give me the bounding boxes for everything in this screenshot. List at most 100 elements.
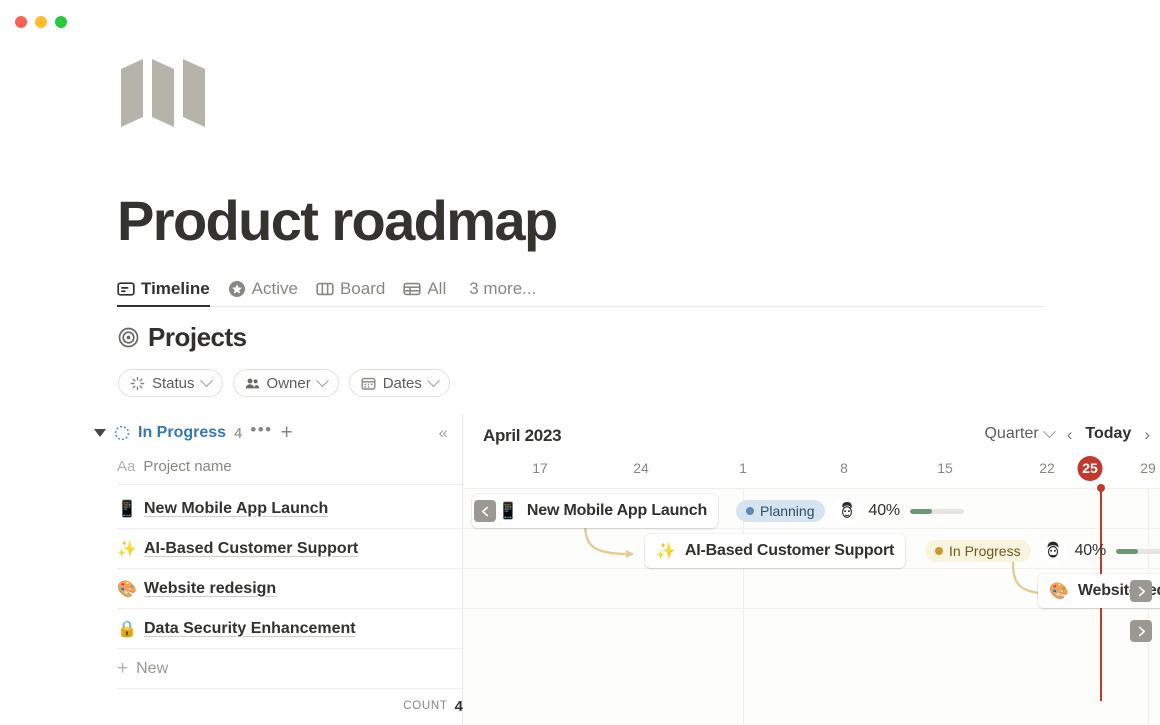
tab-timeline[interactable]: Timeline [117,271,219,306]
text-property-icon: Aa [117,458,135,475]
status-badge[interactable]: In Progress [925,540,1031,562]
sidebar-count-footer[interactable]: COUNT 4 [117,689,463,723]
tabs-more-button[interactable]: 3 more... [455,279,536,299]
group-options-button[interactable]: ••• [250,425,272,441]
column-header-project-name[interactable]: Aa Project name [117,449,463,485]
add-new-row-button[interactable]: + New [117,649,463,689]
grid-row-line [464,568,1160,569]
today-marker-dot [1097,484,1105,492]
timeline-month-label: April 2023 [483,426,561,446]
timeline-bar[interactable]: ✨ AI-Based Customer Support [645,534,905,568]
timeline-view: In Progress 4 ••• + « Aa Project name 📱 … [0,415,1160,725]
calendar-icon [361,376,376,391]
grid-row-line [464,528,1160,529]
group-count: 4 [234,425,242,442]
plus-icon: + [117,661,128,677]
timeline-zoom-label: Quarter [984,425,1038,443]
timeline-sidebar: In Progress 4 ••• + « Aa Project name 📱 … [0,415,463,725]
timeline-prev-button[interactable]: ‹ [1066,426,1074,443]
date-tick[interactable]: 22 [1027,457,1067,479]
right-drag-handle[interactable] [1130,580,1152,602]
app-window: Product roadmap Timeline Active [0,0,1160,725]
timeline-today-button[interactable]: Today [1085,425,1131,443]
filter-bar: Status Owner [118,369,450,397]
date-tick[interactable]: 1 [723,457,763,479]
close-window-button[interactable] [15,16,27,28]
right-drag-handle[interactable] [1130,620,1152,642]
status-badge-label: Planning [760,503,815,519]
filter-dates-button[interactable]: Dates [349,369,450,397]
chevron-down-icon [316,374,329,387]
project-title[interactable]: New Mobile App Launch [144,500,328,518]
filter-status-button[interactable]: Status [118,369,223,397]
tab-active-label: Active [252,279,298,299]
project-title[interactable]: Website redesign [144,580,276,598]
sidebar-collapse-button[interactable]: « [439,425,448,441]
date-tick[interactable]: 29 [1128,457,1160,479]
progress-percent: 40% [1075,542,1106,560]
people-icon [245,376,260,391]
group-name[interactable]: In Progress [138,424,226,442]
timeline-canvas: April 2023 Quarter ‹ Today › 17 24 1 8 1… [464,415,1160,725]
board-icon [316,280,334,298]
group-add-button[interactable]: + [280,424,292,442]
timeline-bar-title: AI-Based Customer Support [685,542,894,560]
grid-row-line [464,608,1160,609]
status-badge[interactable]: Planning [736,500,825,522]
filter-owner-button[interactable]: Owner [233,369,339,397]
in-progress-status-icon [114,425,130,441]
status-badge-label: In Progress [949,543,1021,559]
left-drag-handle[interactable] [474,500,496,522]
table-row[interactable]: 🎨 Website redesign [117,569,463,609]
timeline-bar-title: New Mobile App Launch [527,502,707,520]
timeline-next-button[interactable]: › [1143,426,1151,443]
tab-timeline-label: Timeline [141,279,210,299]
project-title[interactable]: Data Security Enhancement [144,620,356,638]
project-emoji-icon: ✨ [656,541,676,561]
chevron-down-icon [1043,425,1056,438]
count-label: COUNT [403,700,447,712]
target-icon [118,327,139,348]
group-header-in-progress: In Progress 4 ••• + [94,418,293,448]
map-icon[interactable] [118,55,210,133]
table-row[interactable]: ✨ AI-Based Customer Support [117,529,463,569]
timeline-bar-meta: In Progress 40% [925,539,1160,563]
column-header-label: Project name [143,458,231,475]
window-traffic-lights [15,16,67,28]
table-row[interactable]: 📱 New Mobile App Launch [117,489,463,529]
database-header: Projects [118,322,247,353]
avatar[interactable] [835,499,859,523]
date-tick-today[interactable]: 25 [1070,457,1110,479]
timeline-bar-meta: Planning 40% [736,499,964,523]
date-tick[interactable]: 8 [824,457,864,479]
tab-board-label: Board [340,279,385,299]
group-collapse-caret-icon[interactable] [94,429,106,437]
date-tick[interactable]: 17 [520,457,560,479]
database-name: Projects [148,322,247,353]
table-row[interactable]: 🔒 Data Security Enhancement [117,609,463,649]
tab-board[interactable]: Board [307,271,394,306]
filter-dates-label: Dates [383,375,422,392]
status-dot-icon [746,507,754,515]
filter-owner-label: Owner [267,375,311,392]
maximize-window-button[interactable] [55,16,67,28]
tab-all-label: All [427,279,446,299]
tab-active[interactable]: Active [219,271,307,306]
chevron-down-icon [200,374,213,387]
timeline-toolbar: April 2023 Quarter ‹ Today › [464,415,1160,457]
progress-percent: 40% [869,502,900,520]
timeline-bar[interactable]: 📱 New Mobile App Launch [472,494,718,528]
timeline-zoom-select[interactable]: Quarter [984,425,1053,443]
date-tick[interactable]: 24 [621,457,661,479]
avatar[interactable] [1041,539,1065,563]
project-title[interactable]: AI-Based Customer Support [144,540,358,558]
chevron-down-icon [427,374,440,387]
tab-all[interactable]: All [394,271,455,306]
status-dot-icon [935,547,943,555]
minimize-window-button[interactable] [35,16,47,28]
timeline-icon [117,280,135,298]
grid-line [743,489,744,725]
window-titlebar [0,0,1160,44]
page-title: Product roadmap [117,186,557,256]
date-tick[interactable]: 15 [925,457,965,479]
